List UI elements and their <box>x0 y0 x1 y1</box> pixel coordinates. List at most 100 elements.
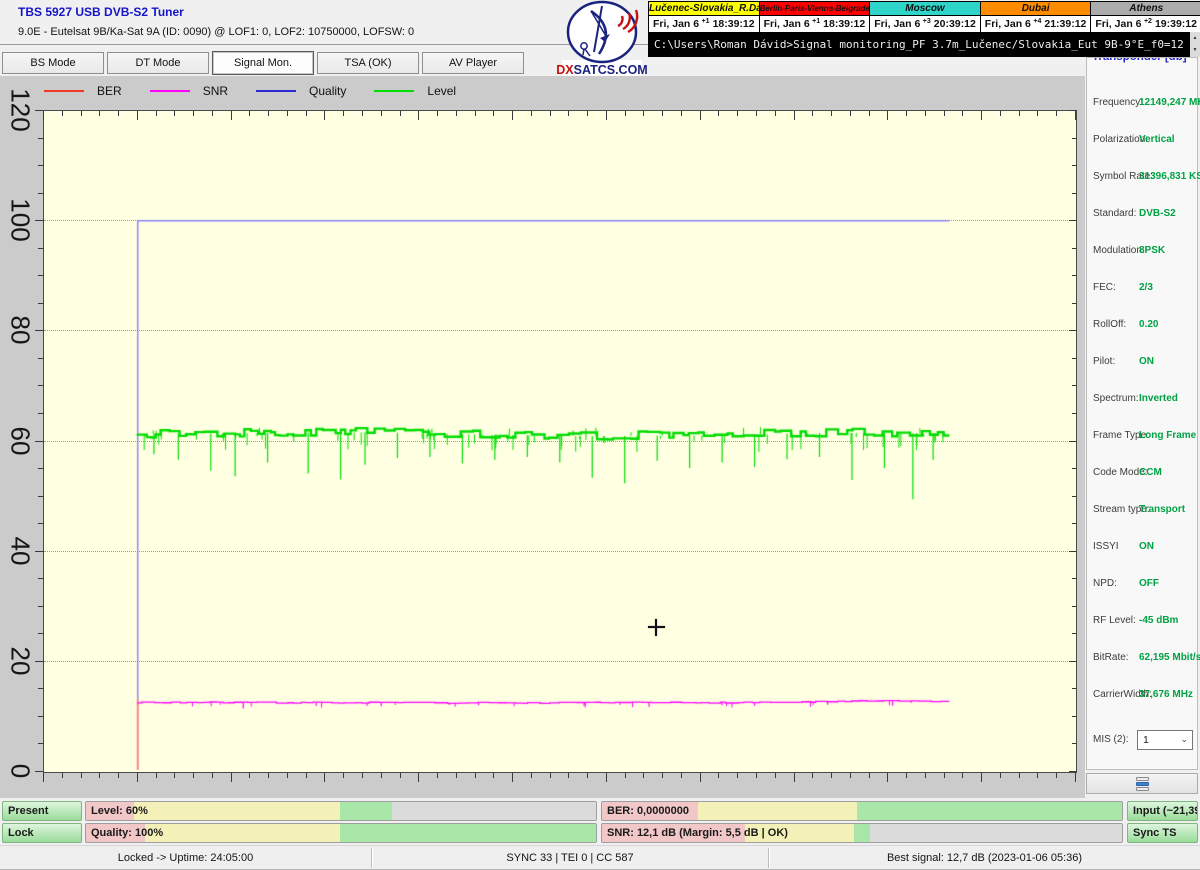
y-tick <box>38 165 43 166</box>
x-tick <box>456 773 457 778</box>
chevron-down-icon: ⌄ <box>1180 734 1188 745</box>
x-tick <box>156 111 157 116</box>
y-tick <box>38 716 43 717</box>
y-tick <box>1072 193 1077 194</box>
transponder-row-label: Spectrum: <box>1093 393 1139 404</box>
legend-label: Level <box>427 84 456 98</box>
scroll-down-icon[interactable]: ▼ <box>1193 48 1198 53</box>
x-tick <box>681 773 682 778</box>
transponder-row-label: RF Level: <box>1093 615 1136 626</box>
y-tick <box>38 413 43 414</box>
legend-label: Quality <box>309 84 346 98</box>
x-tick <box>212 111 213 116</box>
status-bar: Locked -> Uptime: 24:05:00 SYNC 33 | TEI… <box>0 845 1200 870</box>
clock-city-4: Athens <box>1091 2 1200 15</box>
y-tick <box>1069 441 1077 442</box>
bar-label: Quality: 100% <box>91 827 163 839</box>
x-tick <box>1000 773 1001 778</box>
y-tick <box>38 496 43 497</box>
bar-zone <box>857 802 1122 820</box>
transponder-row-polarization-: Polarization:Vertical <box>1087 134 1197 148</box>
transponder-row-pilot-: Pilot:ON <box>1087 356 1197 370</box>
x-tick <box>962 773 963 778</box>
transponder-row-value: ON <box>1139 356 1154 367</box>
clock-utc-offset: +2 <box>1144 18 1152 25</box>
x-tick <box>381 773 382 778</box>
x-tick <box>249 111 250 116</box>
x-tick <box>324 111 325 120</box>
scroll-up-icon[interactable]: ▲ <box>1193 36 1198 41</box>
x-tick <box>550 111 551 116</box>
bar-label: Level: 60% <box>91 805 148 817</box>
progress-bar-snr: SNR: 12,1 dB (Margin: 5,5 dB | OK) <box>601 823 1123 843</box>
transponder-row-npd-: NPD:OFF <box>1087 578 1197 592</box>
y-axis-label-100: 100 <box>5 198 36 241</box>
x-tick <box>587 773 588 778</box>
x-tick <box>700 111 701 120</box>
x-tick <box>174 111 175 116</box>
tab-tsa-ok-[interactable]: TSA (OK) <box>317 52 419 74</box>
transponder-row-label: ISSYI <box>1093 541 1119 552</box>
clock-date: Fri, Jan 6 <box>653 18 699 30</box>
clock-time-1: Fri, Jan 6+118:39:12 <box>760 16 870 32</box>
x-tick <box>343 773 344 778</box>
y-tick <box>35 441 43 442</box>
y-tick <box>1072 358 1077 359</box>
y-tick <box>1072 413 1077 414</box>
legend-item-quality: Quality <box>256 84 346 98</box>
x-tick <box>681 111 682 116</box>
x-tick <box>456 111 457 116</box>
clock-time-value: 21:39:12 <box>1044 18 1086 30</box>
badge-input: Input (~21,39 Mbps) <box>1127 801 1198 821</box>
bar-zone <box>340 802 392 820</box>
y-tick <box>35 661 43 662</box>
x-tick <box>962 111 963 116</box>
y-tick <box>1072 385 1077 386</box>
y-tick <box>38 303 43 304</box>
x-tick <box>512 111 513 120</box>
x-tick <box>812 111 813 116</box>
transponder-row-rolloff-: RollOff:0.20 <box>1087 319 1197 333</box>
x-tick <box>343 111 344 116</box>
tab-bs-mode[interactable]: BS Mode <box>2 52 104 74</box>
indicator-bars: PresentLevel: 60%BER: 0,0000000Input (~2… <box>0 800 1200 845</box>
tab-dt-mode[interactable]: DT Mode <box>107 52 209 74</box>
transponder-row-value: -45 dBm <box>1139 615 1178 626</box>
status-sync-counters: SYNC 33 | TEI 0 | CC 587 <box>372 846 768 870</box>
x-tick <box>1019 111 1020 116</box>
clock-utc-offset: +4 <box>1033 18 1041 25</box>
tab-signal-mon-[interactable]: Signal Mon. <box>212 51 314 75</box>
y-tick <box>1072 468 1077 469</box>
list-icon <box>1136 777 1149 791</box>
command-prompt[interactable]: C:\Users\Roman Dávid>Signal monitoring_P… <box>648 32 1190 57</box>
x-tick <box>268 773 269 778</box>
clock-date: Fri, Jan 6 <box>1095 18 1141 30</box>
y-tick <box>38 688 43 689</box>
x-tick <box>381 111 382 116</box>
legend-item-level: Level <box>374 84 456 98</box>
x-tick <box>625 773 626 778</box>
mis-dropdown[interactable]: 1 ⌄ <box>1137 730 1193 750</box>
x-tick <box>1056 773 1057 778</box>
tab-av-player[interactable]: AV Player <box>422 52 524 74</box>
clock-date: Fri, Jan 6 <box>985 18 1031 30</box>
y-axis-label-0: 0 <box>5 764 36 778</box>
x-tick <box>156 773 157 778</box>
y-tick <box>38 248 43 249</box>
x-tick <box>756 773 757 778</box>
stream-list-button[interactable] <box>1086 773 1198 794</box>
bar-zone <box>340 824 596 842</box>
y-tick <box>1072 165 1077 166</box>
x-tick <box>493 111 494 116</box>
y-axis-label-120: 120 <box>5 88 36 131</box>
clock-city-2: Moscow <box>870 2 980 15</box>
y-tick <box>38 193 43 194</box>
x-tick <box>418 111 419 120</box>
console-scrollbar[interactable]: ▲ ▼ <box>1190 32 1200 57</box>
x-tick <box>118 773 119 778</box>
y-tick <box>35 220 43 221</box>
x-tick <box>775 111 776 116</box>
y-axis-label-60: 60 <box>5 426 36 455</box>
x-tick <box>193 111 194 116</box>
y-tick <box>1072 606 1077 607</box>
